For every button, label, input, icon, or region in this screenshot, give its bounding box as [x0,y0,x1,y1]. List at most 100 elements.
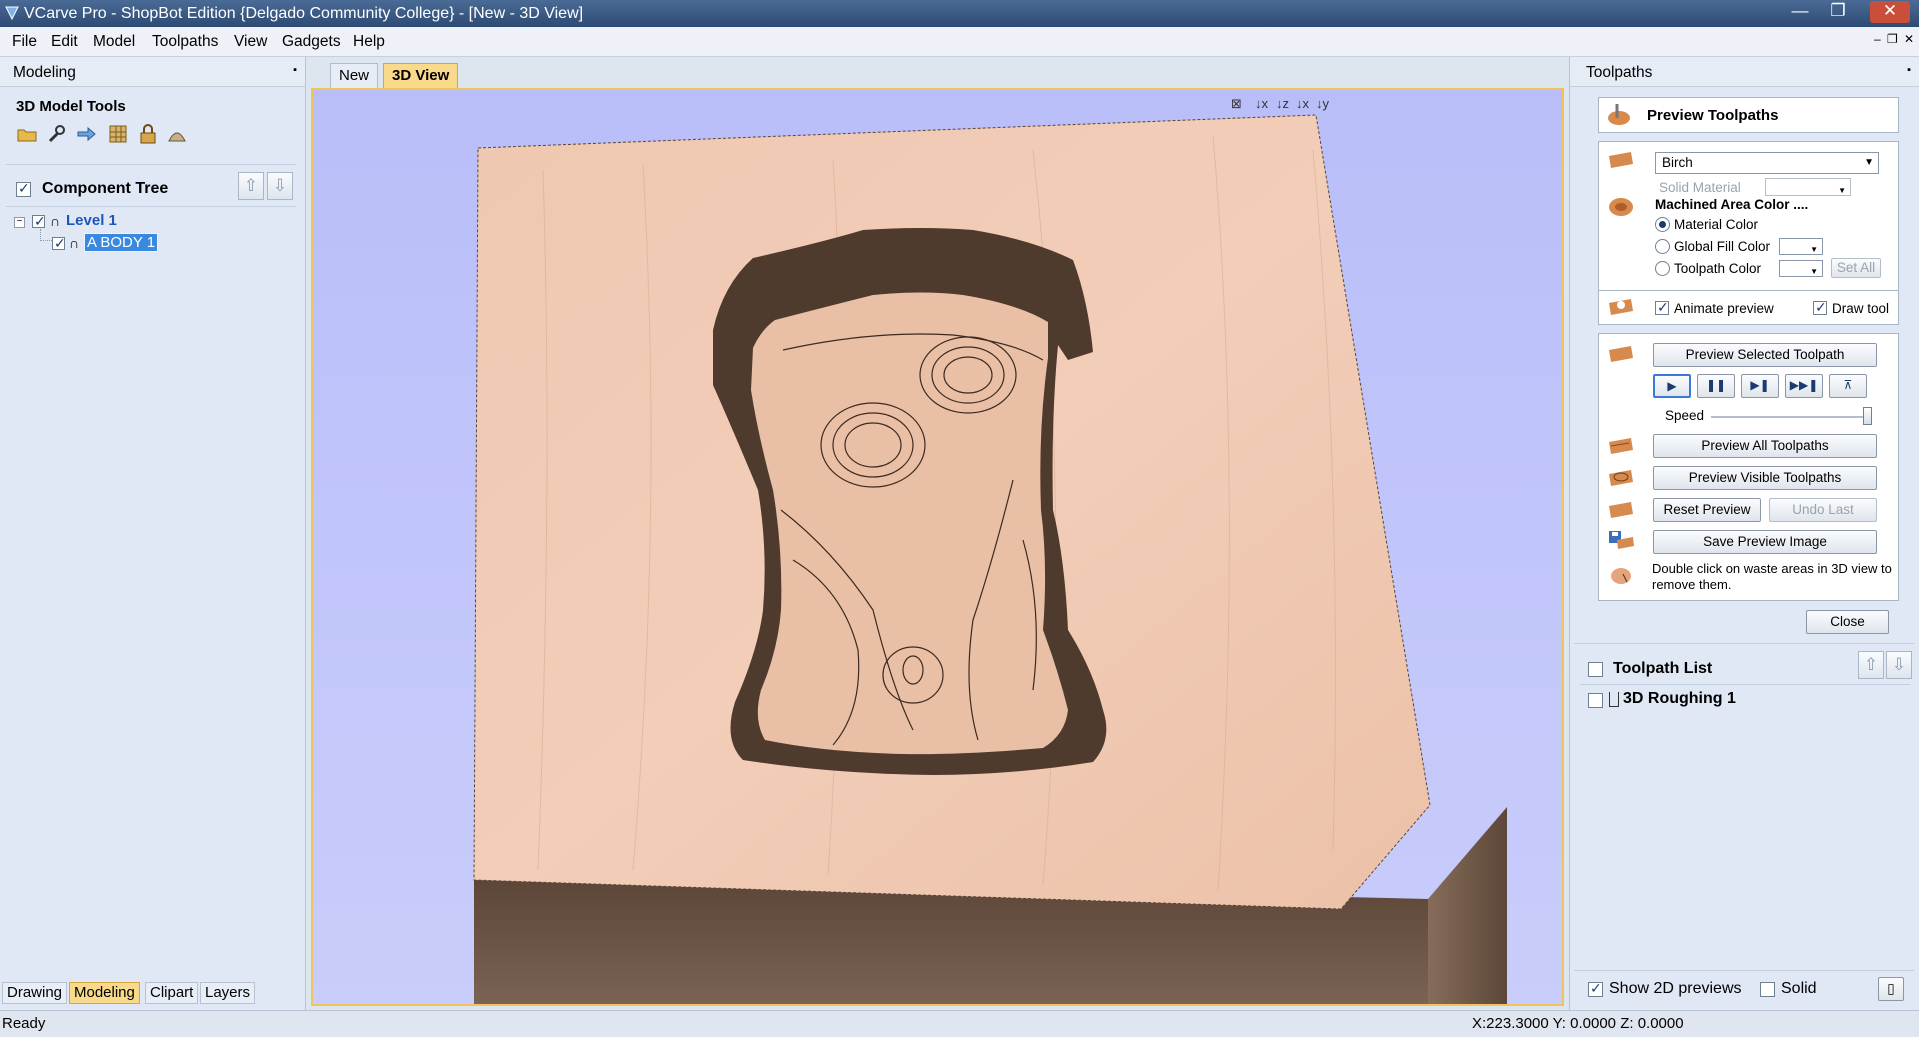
undo-last-button[interactable]: Undo Last [1769,498,1877,522]
toolpath-item-3d-roughing[interactable]: 3D Roughing 1 [1623,690,1736,708]
solid-checkbox[interactable] [1760,982,1775,997]
preview-visible-button[interactable]: Preview Visible Toolpaths [1653,466,1877,490]
solid-material-label: Solid Material [1659,180,1741,195]
draw-tool-checkbox[interactable] [1813,299,1827,316]
material-settings-box: Birch ▼ Solid Material ▼ Machined Area C… [1598,141,1899,291]
tree-level-label[interactable]: Level 1 [66,212,117,229]
menu-gadgets[interactable]: Gadgets [282,33,341,51]
fast-forward-icon[interactable]: ▶▶❚ [1785,374,1823,398]
preview-all-button[interactable]: Preview All Toolpaths [1653,434,1877,458]
move-up-button[interactable]: ⇧ [1858,651,1884,679]
menu-model[interactable]: Model [93,33,135,51]
chevron-down-icon: ▼ [1838,186,1846,195]
toolpath-list-title: Toolpath List [1613,660,1713,677]
modeling-panel-header: Modeling ▪ [0,57,305,87]
toolpath-list-checkbox[interactable] [1588,662,1603,677]
close-button[interactable]: Close [1806,610,1889,634]
toolpath-color-radio[interactable] [1655,261,1670,276]
tab-new[interactable]: New [330,63,379,88]
speed-slider-thumb[interactable] [1863,407,1872,425]
material-color-label: Material Color [1674,217,1759,232]
fit-view-icon[interactable]: ⊠ [1231,96,1242,112]
iso-view-icon[interactable]: ↓x [1255,96,1268,111]
mdi-minimize-button[interactable]: – [1874,32,1881,46]
preview-selected-icon [1609,346,1633,362]
lock-icon[interactable] [137,123,159,145]
global-fill-color-select[interactable]: ▼ [1779,238,1823,255]
play-icon[interactable]: ▶ [1653,374,1691,398]
waste-area-icon [1611,568,1631,584]
wrench-icon[interactable] [46,123,68,145]
tab-clipart[interactable]: Clipart [145,982,199,1004]
mdi-close-button[interactable]: ✕ [1904,32,1914,46]
toolpath-icon [1609,692,1619,707]
maximize-button[interactable]: ❐ [1823,1,1853,23]
set-all-button[interactable]: Set All [1831,258,1881,278]
pin-icon[interactable]: ▪ [1907,64,1911,76]
pin-icon[interactable]: ▪ [293,64,297,76]
move-down-button[interactable]: ⇩ [1886,651,1912,679]
material-color-radio[interactable] [1655,217,1670,232]
tab-3d-view[interactable]: 3D View [383,63,459,88]
component-tree-title: Component Tree [42,180,169,197]
material-value: Birch [1662,155,1693,170]
move-down-button[interactable]: ⇩ [267,172,293,200]
front-view-icon[interactable]: ↓x [1296,96,1309,111]
tab-modeling[interactable]: Modeling [69,982,140,1004]
tree-item-body[interactable]: A BODY 1 [83,233,159,252]
dome-icon[interactable] [166,123,188,145]
preview-all-icon [1609,438,1633,454]
skip-end-icon[interactable]: ⊼ [1829,374,1867,398]
material-select[interactable]: Birch ▼ [1655,152,1879,174]
speed-slider-track[interactable] [1711,416,1871,418]
tab-layers[interactable]: Layers [200,982,256,1004]
animate-icon [1609,299,1633,315]
component-tree-checkbox[interactable] [16,180,31,197]
animate-preview-checkbox[interactable] [1655,299,1669,316]
menu-help[interactable]: Help [353,33,385,51]
solid-material-select[interactable]: ▼ [1765,178,1851,196]
status-text: Ready [2,1015,46,1032]
pause-icon[interactable]: ❚❚ [1697,374,1735,398]
show-2d-previews-checkbox[interactable] [1588,980,1603,997]
app-icon [5,6,19,21]
waste-area-hint: Double click on waste areas in 3D view t… [1652,561,1892,592]
preview-icon [1608,104,1630,125]
toolpaths-panel-header: Toolpaths ▪ [1570,57,1919,87]
global-fill-radio[interactable] [1655,239,1670,254]
move-up-button[interactable]: ⇧ [238,172,264,200]
wood-block-render[interactable] [313,90,1562,1004]
solid-label: Solid [1781,980,1817,997]
menu-file[interactable]: File [12,33,37,51]
save-preview-image-button[interactable]: Save Preview Image [1653,530,1877,554]
top-view-icon[interactable]: ↓z [1276,96,1289,111]
summary-icon[interactable]: ▯ [1878,977,1904,1001]
open-folder-icon[interactable] [16,123,38,145]
level-checkbox[interactable] [32,213,46,230]
toolpaths-panel: Toolpaths ▪ Preview Toolpaths Birch ▼ So… [1569,57,1919,1010]
panel-title: Modeling [13,64,76,81]
menu-edit[interactable]: Edit [51,33,78,51]
machined-area-icon [1609,198,1633,216]
toolpath-color-select[interactable]: ▼ [1779,260,1823,277]
mdi-restore-button[interactable]: ❐ [1887,32,1898,46]
preview-toolpaths-header: Preview Toolpaths [1598,97,1899,133]
step-icon[interactable]: ▶❚ [1741,374,1779,398]
grid-texture-icon[interactable] [107,123,129,145]
tab-drawing[interactable]: Drawing [2,982,68,1004]
menu-view[interactable]: View [234,33,267,51]
close-window-button[interactable]: ✕ [1870,1,1910,23]
preview-toolpaths-title: Preview Toolpaths [1647,107,1779,124]
divider [6,206,296,207]
collapse-toggle[interactable]: − [14,217,25,228]
arrow-right-icon[interactable] [75,123,97,145]
minimize-button[interactable]: — [1785,1,1815,23]
body-checkbox[interactable] [52,235,66,252]
3d-viewport[interactable]: ⊠ ↓x ↓z ↓x ↓y [311,88,1564,1006]
save-image-icon [1609,531,1634,549]
reset-preview-button[interactable]: Reset Preview [1653,498,1761,522]
preview-selected-button[interactable]: Preview Selected Toolpath [1653,343,1877,367]
side-view-icon[interactable]: ↓y [1316,96,1329,111]
toolpath-checkbox[interactable] [1588,693,1603,708]
menu-toolpaths[interactable]: Toolpaths [152,33,218,51]
